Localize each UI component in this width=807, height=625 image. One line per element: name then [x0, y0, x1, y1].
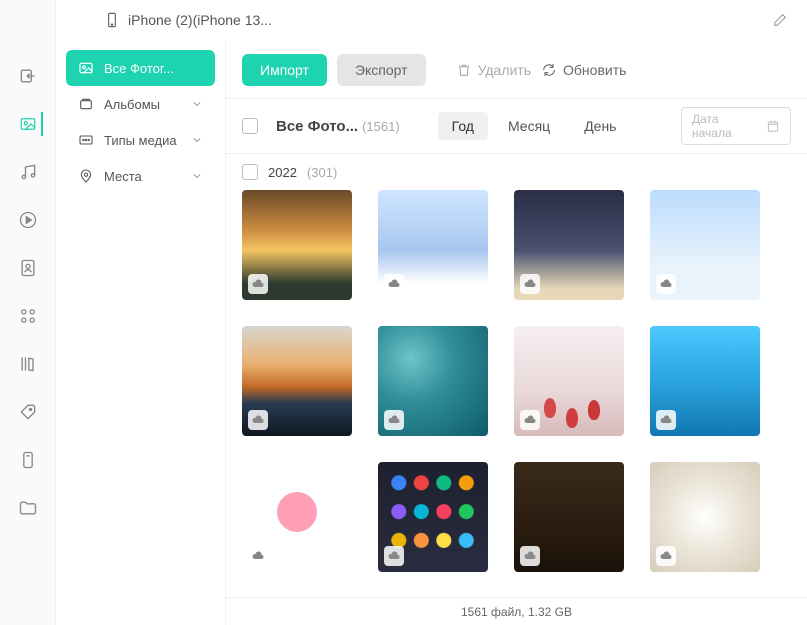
media-type-icon: [78, 132, 94, 148]
cloud-icon: [520, 410, 540, 430]
sidebar-item-all-photos[interactable]: Все Фотог...: [66, 50, 215, 86]
photo-thumbnail[interactable]: [242, 190, 352, 300]
all-photos-label: Все Фото... (1561): [276, 118, 400, 135]
cloud-icon: [384, 274, 404, 294]
chevron-down-icon: [191, 98, 203, 110]
main-panel: Импорт Экспорт Удалить Обновить: [226, 40, 807, 625]
group-year-count: (301): [307, 165, 337, 180]
tab-month[interactable]: Месяц: [494, 112, 564, 140]
refresh-icon: [541, 62, 557, 78]
folder-icon[interactable]: [16, 496, 40, 520]
export-button[interactable]: Экспорт: [337, 54, 426, 86]
photo-grid: [242, 190, 791, 572]
group-header-2022: 2022 (301): [226, 154, 807, 190]
play-icon[interactable]: [16, 208, 40, 232]
group-year-label: 2022: [268, 165, 297, 180]
sidebar-item-label: Типы медиа: [104, 133, 177, 148]
group-checkbox[interactable]: [242, 164, 258, 180]
refresh-label: Обновить: [563, 62, 626, 78]
image-icon: [78, 60, 94, 76]
cloud-icon: [520, 546, 540, 566]
sidebar-item-label: Все Фотог...: [104, 61, 174, 76]
cloud-icon: [656, 546, 676, 566]
photo-thumbnail[interactable]: [514, 190, 624, 300]
cloud-icon: [384, 546, 404, 566]
sidebar-item-label: Альбомы: [104, 97, 160, 112]
photo-thumbnail[interactable]: [378, 190, 488, 300]
photos-icon[interactable]: [19, 112, 43, 136]
photo-thumbnail[interactable]: [650, 326, 760, 436]
sidebar: Все Фотог... Альбомы Типы медиа: [56, 40, 226, 625]
date-placeholder: Дата начала: [692, 112, 758, 140]
status-bar: 1561 файл, 1.32 GB: [226, 597, 807, 625]
trash-icon: [456, 62, 472, 78]
contacts-icon[interactable]: [16, 256, 40, 280]
import-button[interactable]: Импорт: [242, 54, 327, 86]
cloud-icon: [384, 410, 404, 430]
edit-icon[interactable]: [771, 11, 789, 29]
photo-grid-scroll[interactable]: [226, 190, 807, 597]
calendar-icon: [766, 119, 780, 133]
select-all-checkbox[interactable]: [242, 118, 258, 134]
books-icon[interactable]: [16, 352, 40, 376]
sidebar-item-albums[interactable]: Альбомы: [66, 86, 215, 122]
music-icon[interactable]: [16, 160, 40, 184]
toolbar: Импорт Экспорт Удалить Обновить: [226, 40, 807, 98]
status-text: 1561 файл, 1.32 GB: [461, 605, 572, 619]
filter-bar: Все Фото... (1561) Год Месяц День Дата н…: [226, 98, 807, 154]
delete-label: Удалить: [478, 62, 531, 78]
photo-thumbnail[interactable]: [514, 326, 624, 436]
albums-icon: [78, 96, 94, 112]
tab-day[interactable]: День: [570, 112, 630, 140]
titlebar: iPhone (2)(iPhone 13...: [56, 0, 807, 40]
phone-icon: [104, 12, 120, 28]
tab-year[interactable]: Год: [438, 112, 488, 140]
all-label-text: Все Фото...: [276, 118, 358, 135]
cloud-icon: [656, 410, 676, 430]
refresh-button[interactable]: Обновить: [541, 62, 626, 78]
photo-thumbnail[interactable]: [242, 462, 352, 572]
cloud-icon: [520, 274, 540, 294]
chevron-down-icon: [191, 170, 203, 182]
location-icon: [78, 168, 94, 184]
icon-rail: [0, 0, 56, 625]
device-title: iPhone (2)(iPhone 13...: [128, 12, 272, 28]
cloud-icon: [248, 546, 268, 566]
photo-thumbnail[interactable]: [242, 326, 352, 436]
chevron-down-icon: [191, 134, 203, 146]
sidebar-item-places[interactable]: Места: [66, 158, 215, 194]
time-tabs: Год Месяц День: [438, 112, 631, 140]
tags-icon[interactable]: [16, 400, 40, 424]
photo-thumbnail[interactable]: [650, 190, 760, 300]
photo-thumbnail[interactable]: [650, 462, 760, 572]
delete-button[interactable]: Удалить: [456, 62, 531, 78]
cloud-icon: [248, 410, 268, 430]
cloud-icon: [656, 274, 676, 294]
photo-thumbnail[interactable]: [514, 462, 624, 572]
date-start-input[interactable]: Дата начала: [681, 107, 791, 145]
all-count: (1561): [362, 119, 400, 134]
sidebar-item-media-types[interactable]: Типы медиа: [66, 122, 215, 158]
photo-thumbnail[interactable]: [378, 326, 488, 436]
storage-icon[interactable]: [16, 448, 40, 472]
sidebar-item-label: Места: [104, 169, 142, 184]
photo-thumbnail[interactable]: [378, 462, 488, 572]
apps-icon[interactable]: [16, 304, 40, 328]
transfer-icon[interactable]: [16, 64, 40, 88]
cloud-icon: [248, 274, 268, 294]
